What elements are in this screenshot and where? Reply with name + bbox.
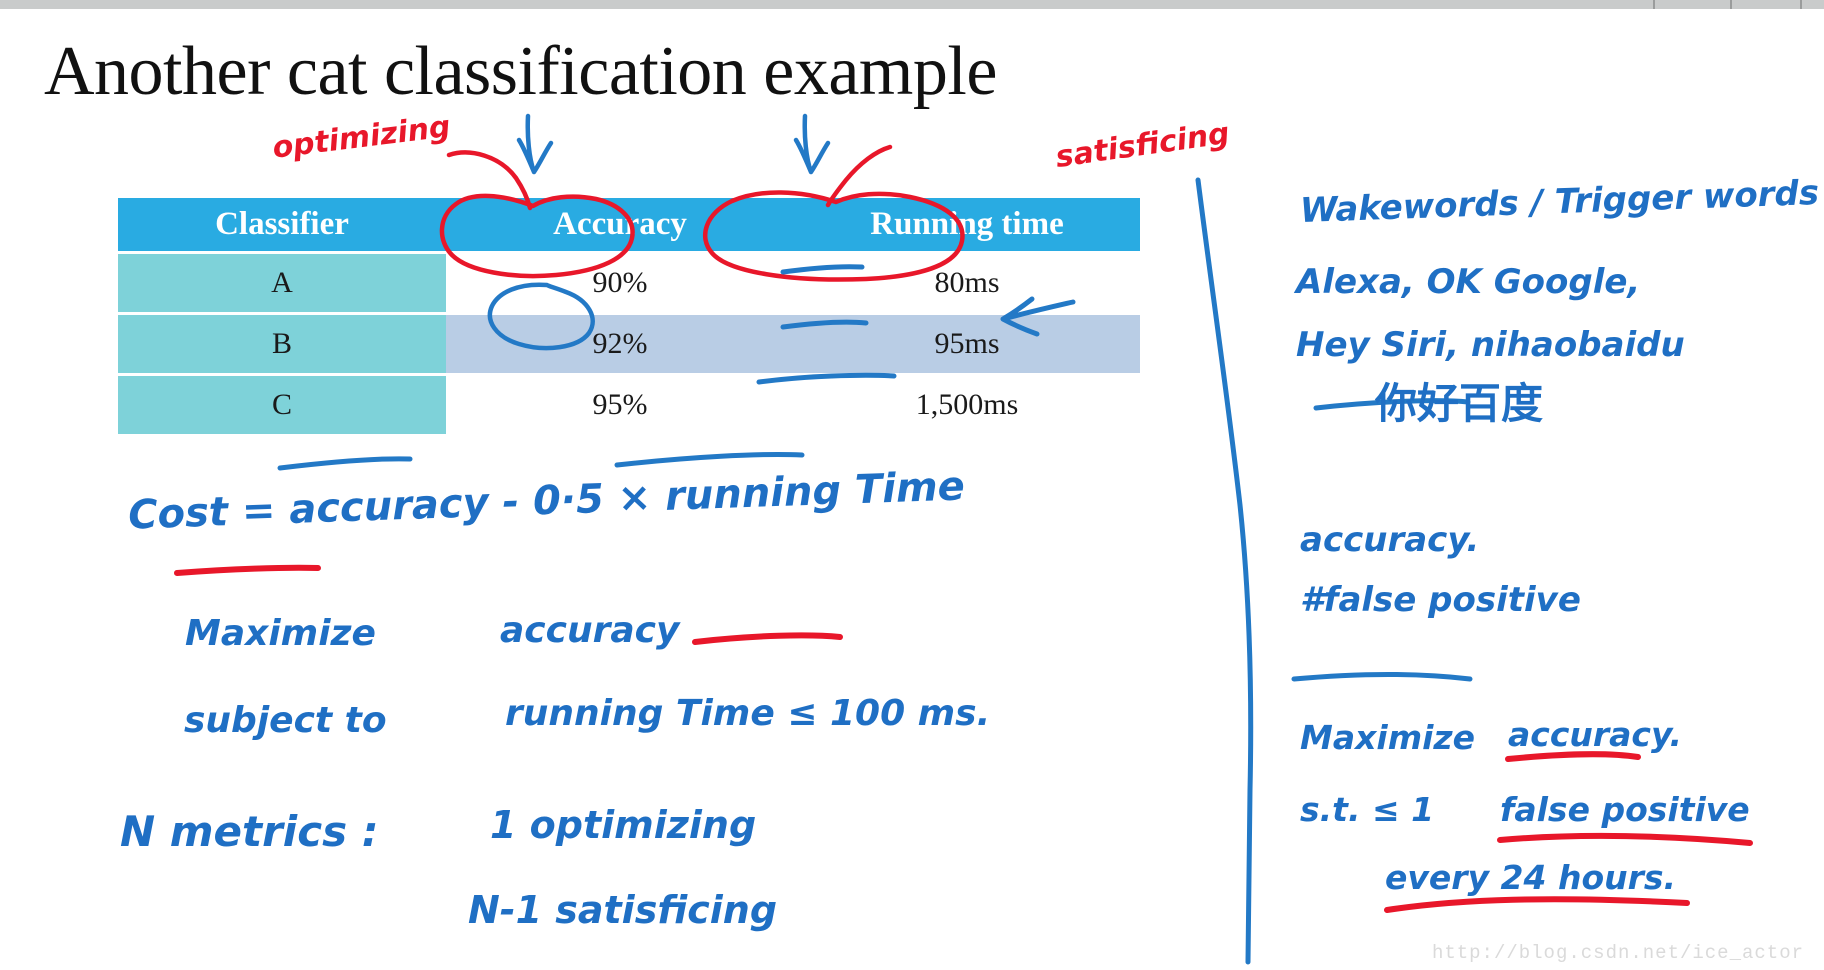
table-row: B 92% 95ms	[118, 315, 1140, 373]
vertical-divider-stroke	[1195, 177, 1254, 965]
annotation-right-subject-to: s.t. ≤ 1	[1300, 790, 1435, 829]
table-header-row: Classifier Accuracy Running time	[118, 198, 1140, 251]
annotation-constraint: running Time ≤ 100 ms.	[505, 693, 991, 734]
page-title: Another cat classification example	[44, 33, 997, 110]
annotation-wake-examples-2: Hey Siri, nihaobaidu	[1296, 325, 1685, 365]
slide-canvas: Another cat classification example Class…	[0, 0, 1824, 970]
underline-maximize-left-stroke	[174, 564, 321, 576]
annotation-optimizing: optimizing	[270, 109, 453, 166]
cell-running-time: 80ms	[794, 254, 1140, 312]
cell-classifier: A	[118, 254, 446, 312]
satisficing-pointer-stroke	[825, 144, 893, 208]
annotation-right-constraint-b: every 24 hours.	[1385, 858, 1677, 897]
browser-top-strip	[0, 0, 1824, 9]
annotation-subject-to: subject to	[184, 700, 387, 741]
top-strip-divider	[1730, 0, 1732, 9]
column-header-classifier: Classifier	[118, 198, 446, 251]
table-row: A 90% 80ms	[118, 254, 1140, 312]
cell-running-time-value: 80ms	[934, 266, 1000, 299]
table-row: C 95% 1,500ms	[118, 376, 1140, 434]
underline-right-accuracy-stroke	[1505, 751, 1641, 762]
annotation-right-accuracy-note: accuracy.	[1300, 520, 1480, 560]
underline-100ms-stroke	[692, 632, 843, 645]
annotation-right-constraint-a: false positive	[1500, 790, 1750, 829]
annotation-wake-examples-cjk: 你好百度	[1375, 379, 1544, 428]
running-time-down-arrow-stroke	[793, 113, 831, 175]
annotation-one-optimizing: 1 optimizing	[490, 803, 757, 847]
cell-classifier: B	[118, 315, 446, 373]
cell-accuracy: 95%	[446, 376, 794, 434]
cell-running-time-value: 1,500ms	[915, 388, 1019, 421]
underline-right-false-positive-stroke	[1497, 832, 1753, 846]
right-section-separator-stroke	[1291, 672, 1473, 682]
annotation-maximize: Maximize	[185, 613, 376, 654]
annotation-n-metrics: N metrics :	[120, 807, 379, 856]
underline-accuracy-cost-stroke	[277, 456, 413, 471]
annotation-wakewords: Wakewords / Trigger words	[1299, 172, 1820, 232]
column-header-accuracy: Accuracy	[446, 198, 794, 251]
underline-running-time-cost-stroke	[614, 452, 805, 468]
annotation-satisficing: satisficing	[1053, 115, 1232, 176]
annotation-right-maximize: Maximize	[1300, 718, 1475, 757]
annotation-right-maximize-target: accuracy.	[1508, 715, 1683, 754]
accuracy-down-arrow-stroke	[516, 113, 554, 175]
cell-accuracy: 90%	[446, 254, 794, 312]
underline-right-24-hours-stroke	[1384, 896, 1690, 913]
cell-classifier: C	[118, 376, 446, 434]
results-table: Classifier Accuracy Running time A 90% 8…	[118, 198, 1140, 434]
top-strip-divider	[1653, 0, 1655, 9]
annotation-wake-examples-1: Alexa, OK Google,	[1296, 262, 1641, 302]
cell-accuracy: 92%	[446, 315, 794, 373]
annotation-right-false-positive-note: #false positive	[1300, 580, 1581, 620]
watermark: http://blog.csdn.net/ice_actor	[1431, 942, 1804, 964]
column-header-running-time: Running time	[794, 198, 1140, 251]
annotation-cost-equation: Cost = accuracy - 0·5 × running Time	[127, 463, 966, 539]
top-strip-divider	[1800, 0, 1802, 9]
annotation-n-minus-one-satisficing: N-1 satisficing	[468, 888, 778, 932]
cell-running-time-value: 95ms	[934, 327, 1000, 360]
cell-running-time: 95ms	[794, 315, 1140, 373]
annotation-maximize-target: accuracy	[500, 610, 680, 651]
cell-running-time: 1,500ms	[794, 376, 1140, 434]
